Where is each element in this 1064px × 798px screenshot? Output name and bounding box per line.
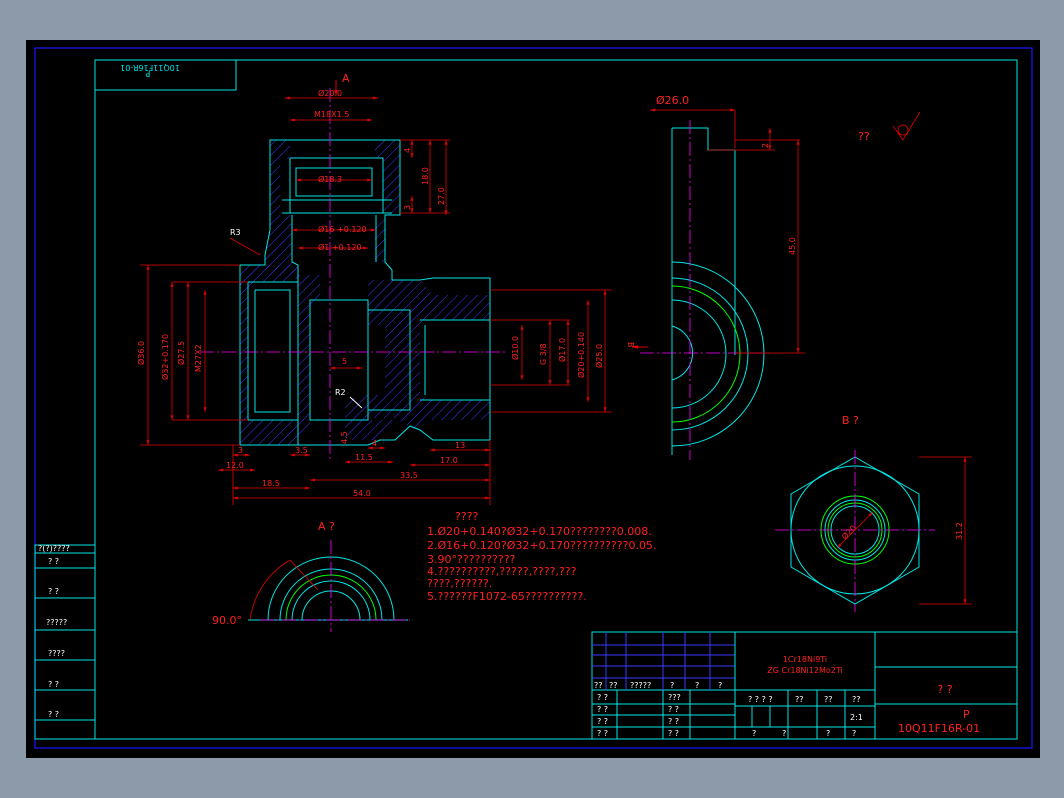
dim-m27: M27X2 <box>194 344 203 372</box>
side-table-row-2: ? ? <box>48 587 59 596</box>
cad-drawing: P 10Q11F16R-01 A Ø20.0 M18X1.5 Ø18.3 Ø16… <box>34 47 1033 749</box>
sheet-cell-1: ? <box>752 729 756 738</box>
dim-d18-3: Ø18.3 <box>318 174 342 184</box>
side-table-title: ?(?)???? <box>38 544 70 553</box>
dim-4-5: 4.5 <box>340 431 349 444</box>
sheet-cell-4: ? <box>852 729 856 738</box>
dim-d16: Ø16 +0.120 <box>318 224 367 234</box>
dim-d36: Ø36.0 <box>136 341 146 365</box>
section-b-title: B ? <box>842 414 859 427</box>
side-table-row-6: ? ? <box>48 710 59 719</box>
header-cell-3: ????? <box>630 681 651 690</box>
dim-11-5: 11.5 <box>355 453 373 462</box>
roughness-symbol: ?? <box>858 111 921 143</box>
side-view: Ø26.0 2 45.0 B <box>626 94 805 460</box>
header-cell-1: ?? <box>594 681 603 690</box>
dim-4: 4 <box>372 439 377 448</box>
note-line-6: 5.??????F1072-65??????????. <box>427 590 587 603</box>
dim-d26: Ø26.0 <box>656 94 689 107</box>
sheet-cell-3: ? <box>826 729 830 738</box>
technical-notes: ???? 1.Ø20+0.140?Ø32+0.170????????0.008.… <box>427 510 656 603</box>
weight-cell-2: ?? <box>795 695 804 704</box>
material-line-2: ZG Cr18Ni12Mo2Ti <box>767 666 842 675</box>
view-b-hex: B ? Ø20 31.2 <box>775 414 972 612</box>
weight-cell-3: ?? <box>824 695 833 704</box>
sheet-border <box>34 47 1033 749</box>
scale-value: 2:1 <box>850 713 863 722</box>
header-cell-6: ? <box>718 681 722 690</box>
view-a-arrow-label: A <box>342 72 350 85</box>
drawing-letter: P <box>963 708 970 721</box>
drawing-number: 10Q11F16R-01 <box>898 722 980 735</box>
dim-12: 12.0 <box>226 461 244 470</box>
dim-d27-5: Ø27.5 <box>176 341 186 365</box>
section-a-title: A ? <box>318 520 335 533</box>
header-cell-2: ?? <box>609 681 618 690</box>
material-line-1: 1Cr18Ni9Ti <box>783 655 827 664</box>
part-name: ? ? <box>937 683 952 696</box>
dim-d20-tol: Ø20+0.140 <box>576 332 586 378</box>
main-section-view: A Ø20.0 M18X1.5 Ø18.3 Ø16 +0.120 Ø1 +0.1… <box>136 72 612 505</box>
view-a-partial: A ? 90.0° <box>212 520 410 632</box>
dim-d10: Ø10.0 <box>510 336 520 360</box>
dim-3-5: 3.5 <box>295 446 308 455</box>
side-table-row-1: ? ? <box>48 557 59 566</box>
dim-3: 3 <box>238 446 243 455</box>
sheet-cell-2: ? <box>782 729 786 738</box>
note-line-2: 2.Ø16+0.120?Ø32+0.170??????????0.05. <box>427 539 656 552</box>
dim-g38: G 3/8 <box>539 343 548 365</box>
header-cell-4: ? <box>670 681 674 690</box>
row-a-1: ? ? <box>597 693 608 702</box>
note-line-1: 1.Ø20+0.140?Ø32+0.170????????0.008. <box>427 525 652 538</box>
dim-13: 13 <box>455 441 465 450</box>
weight-cell-4: ?? <box>852 695 861 704</box>
side-table-row-4: ???? <box>48 649 65 658</box>
notes-heading: ???? <box>455 510 479 523</box>
label-r3: R3 <box>230 228 241 237</box>
roughness-label: ?? <box>858 130 870 143</box>
dim-h2: 2 <box>761 143 770 148</box>
row-c-2: ? ? <box>668 717 679 726</box>
dim-h45: 45.0 <box>788 237 797 255</box>
row-c-1: ? ? <box>597 717 608 726</box>
dim-5: 5 <box>342 357 347 366</box>
stamp-drawing-no: 10Q11F16R-01 <box>120 63 180 72</box>
mirrored-stamp: P 10Q11F16R-01 <box>94 59 237 91</box>
note-line-5: ????,??????. <box>427 577 492 590</box>
dim-h31-2: 31.2 <box>955 522 964 540</box>
header-cell-5: ? <box>695 681 699 690</box>
dim-h4: 4 <box>403 148 412 153</box>
dim-54: 54.0 <box>353 489 371 498</box>
title-block: ?? ?? ????? ? ? ? ? ? ??? ? ? ? ? ? ? ? … <box>591 631 1018 740</box>
dim-m18: M18X1.5 <box>314 110 349 119</box>
row-d-2: ? ? <box>668 729 679 738</box>
dim-d17: Ø17.0 <box>557 338 567 362</box>
side-table: ?(?)???? ? ? ? ? ????? ???? ? ? ? ? <box>34 544 96 740</box>
dim-d25: Ø25.0 <box>594 344 604 368</box>
dim-33-5: 33.5 <box>400 471 418 480</box>
weight-cell-1: ? ? ? ? <box>748 695 773 704</box>
label-r2: R2 <box>335 388 346 397</box>
dim-d1: Ø1 +0.120 <box>318 242 362 252</box>
row-a-2: ??? <box>668 693 681 702</box>
dim-h18: 18.0 <box>421 167 430 185</box>
side-table-row-5: ? ? <box>48 680 59 689</box>
row-d-1: ? ? <box>597 729 608 738</box>
angle-label: 90.0° <box>212 614 242 627</box>
side-table-row-3: ????? <box>46 618 67 627</box>
dim-d32: Ø32+0.170 <box>160 334 170 380</box>
dim-h3: 3 <box>403 205 412 210</box>
view-b-arrow-label: B <box>626 342 635 348</box>
dim-d20: Ø20.0 <box>318 88 342 98</box>
dim-h27: 27.0 <box>437 187 446 205</box>
row-b-2: ? ? <box>668 705 679 714</box>
row-b-1: ? ? <box>597 705 608 714</box>
dim-18-5: 18.5 <box>262 479 280 488</box>
dim-17: 17.0 <box>440 456 458 465</box>
